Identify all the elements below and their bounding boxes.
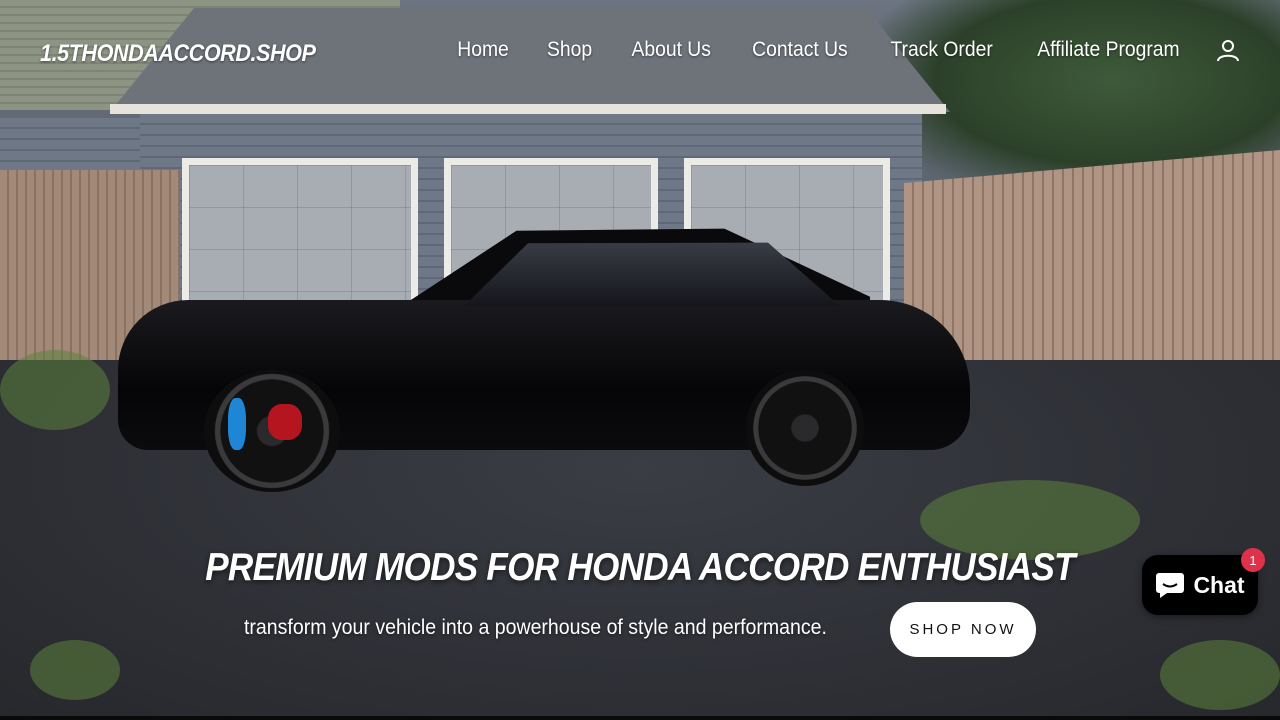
chat-bubble-icon <box>1156 573 1185 598</box>
hero-subheading: transform your vehicle into a powerhouse… <box>244 616 827 639</box>
hero-banner: 1.5THONDAACCORD.SHOP Home Shop About Us … <box>0 0 1280 720</box>
chat-button[interactable]: Chat <box>1142 555 1258 615</box>
chat-label: Chat <box>1193 571 1245 598</box>
nav-shop[interactable]: Shop <box>547 38 592 62</box>
grass-patch <box>1160 640 1280 710</box>
bottom-edge <box>0 716 1280 720</box>
rear-wheel <box>746 370 864 486</box>
blue-brake-caliper <box>228 398 246 450</box>
nav-track-order[interactable]: Track Order <box>890 38 992 62</box>
site-header: 1.5THONDAACCORD.SHOP Home Shop About Us … <box>0 0 1280 112</box>
grass-patch <box>30 640 120 700</box>
red-brake-caliper <box>268 404 302 440</box>
grass-patch <box>0 350 110 430</box>
nav-about-us[interactable]: About Us <box>631 38 710 62</box>
shop-now-button[interactable]: SHOP NOW <box>890 602 1036 657</box>
site-logo[interactable]: 1.5THONDAACCORD.SHOP <box>40 40 316 68</box>
chat-unread-badge: 1 <box>1241 548 1265 572</box>
user-account-icon[interactable] <box>1216 38 1240 62</box>
hero-heading: PREMIUM MODS FOR HONDA ACCORD ENTHUSIAST <box>205 546 1075 589</box>
nav-contact-us[interactable]: Contact Us <box>752 38 848 62</box>
nav-affiliate-program[interactable]: Affiliate Program <box>1037 38 1179 62</box>
nav-home[interactable]: Home <box>457 38 509 62</box>
garage-door <box>182 158 418 322</box>
main-nav: Home Shop About Us Contact Us Track Orde… <box>455 38 1240 62</box>
